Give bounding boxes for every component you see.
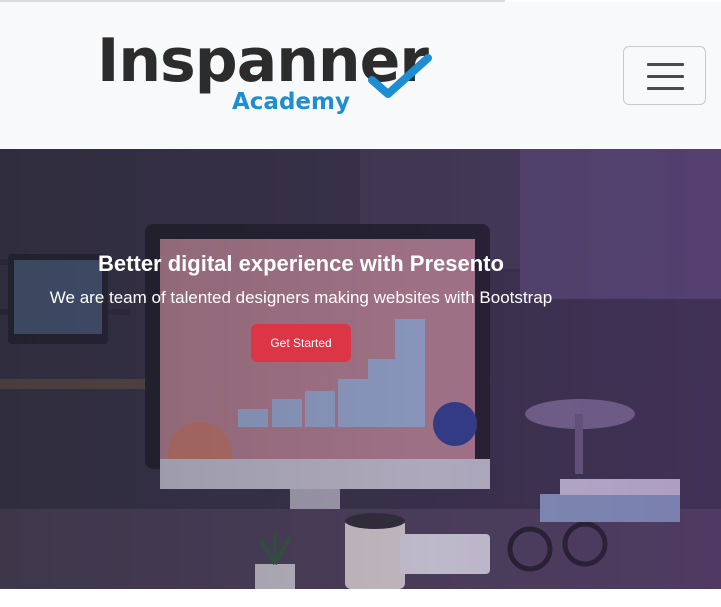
hero-section: Better digital experience with Presento … xyxy=(0,149,721,589)
get-started-button[interactable]: Get Started xyxy=(251,324,351,362)
menu-toggle-button[interactable] xyxy=(623,46,706,105)
brand-tagline: Academy xyxy=(232,89,350,115)
brand-logo[interactable]: Inspanner Academy xyxy=(97,30,432,116)
hamburger-icon xyxy=(647,75,684,78)
hero-overlay xyxy=(0,149,721,589)
hero-subtitle: We are team of talented designers making… xyxy=(49,288,553,307)
hamburger-icon xyxy=(647,63,684,66)
navbar: Inspanner Academy xyxy=(0,2,721,149)
page-bottom xyxy=(0,589,721,607)
checkmark-icon xyxy=(368,54,432,98)
hamburger-icon xyxy=(647,87,684,90)
hero-title: Better digital experience with Presento xyxy=(98,251,504,276)
